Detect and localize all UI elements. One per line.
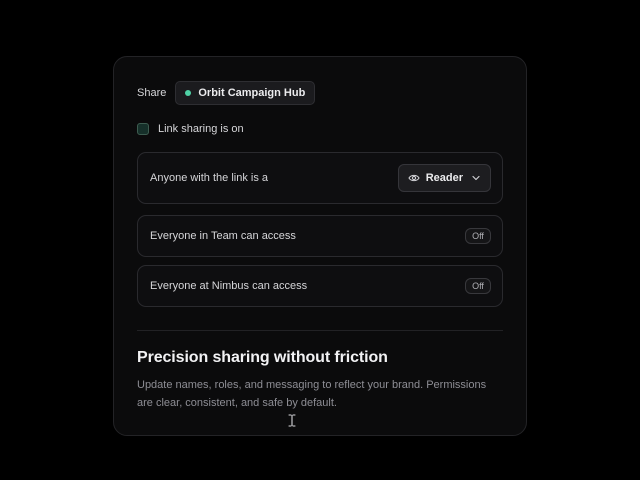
anyone-with-link-row: Anyone with the link is a Reader	[137, 152, 503, 204]
team-access-row: Everyone in Team can access Off	[137, 215, 503, 257]
team-access-text: Everyone in Team can access	[150, 230, 296, 242]
project-name: Orbit Campaign Hub	[198, 87, 306, 99]
nimbus-access-text: Everyone at Nimbus can access	[150, 280, 308, 292]
role-value: Reader	[425, 172, 463, 184]
link-sharing-checkbox[interactable]	[137, 123, 149, 135]
share-label: Share	[137, 87, 167, 99]
link-sharing-toggle[interactable]: Link sharing is on	[137, 121, 244, 137]
description-text: Update names, roles, and messaging to re…	[137, 379, 487, 409]
stage: Share Orbit Campaign Hub Link sharing is…	[0, 0, 640, 480]
role-select[interactable]: Reader	[397, 164, 491, 192]
status-dot	[185, 90, 192, 96]
text-cursor-icon	[288, 414, 296, 432]
divider	[137, 330, 503, 331]
share-header: Share Orbit Campaign Hub	[137, 81, 316, 105]
headline: Precision sharing without friction	[137, 349, 388, 366]
nimbus-access-row: Everyone at Nimbus can access Off	[137, 265, 503, 307]
nimbus-access-toggle[interactable]: Off	[465, 278, 491, 294]
link-sharing-label: Link sharing is on	[158, 123, 244, 135]
anyone-with-link-text: Anyone with the link is a	[150, 172, 269, 184]
chevron-down-icon	[472, 175, 480, 181]
eye-icon	[408, 173, 420, 183]
project-chip[interactable]: Orbit Campaign Hub	[175, 81, 316, 105]
share-card: Share Orbit Campaign Hub Link sharing is…	[113, 56, 527, 436]
team-access-toggle[interactable]: Off	[465, 228, 491, 244]
